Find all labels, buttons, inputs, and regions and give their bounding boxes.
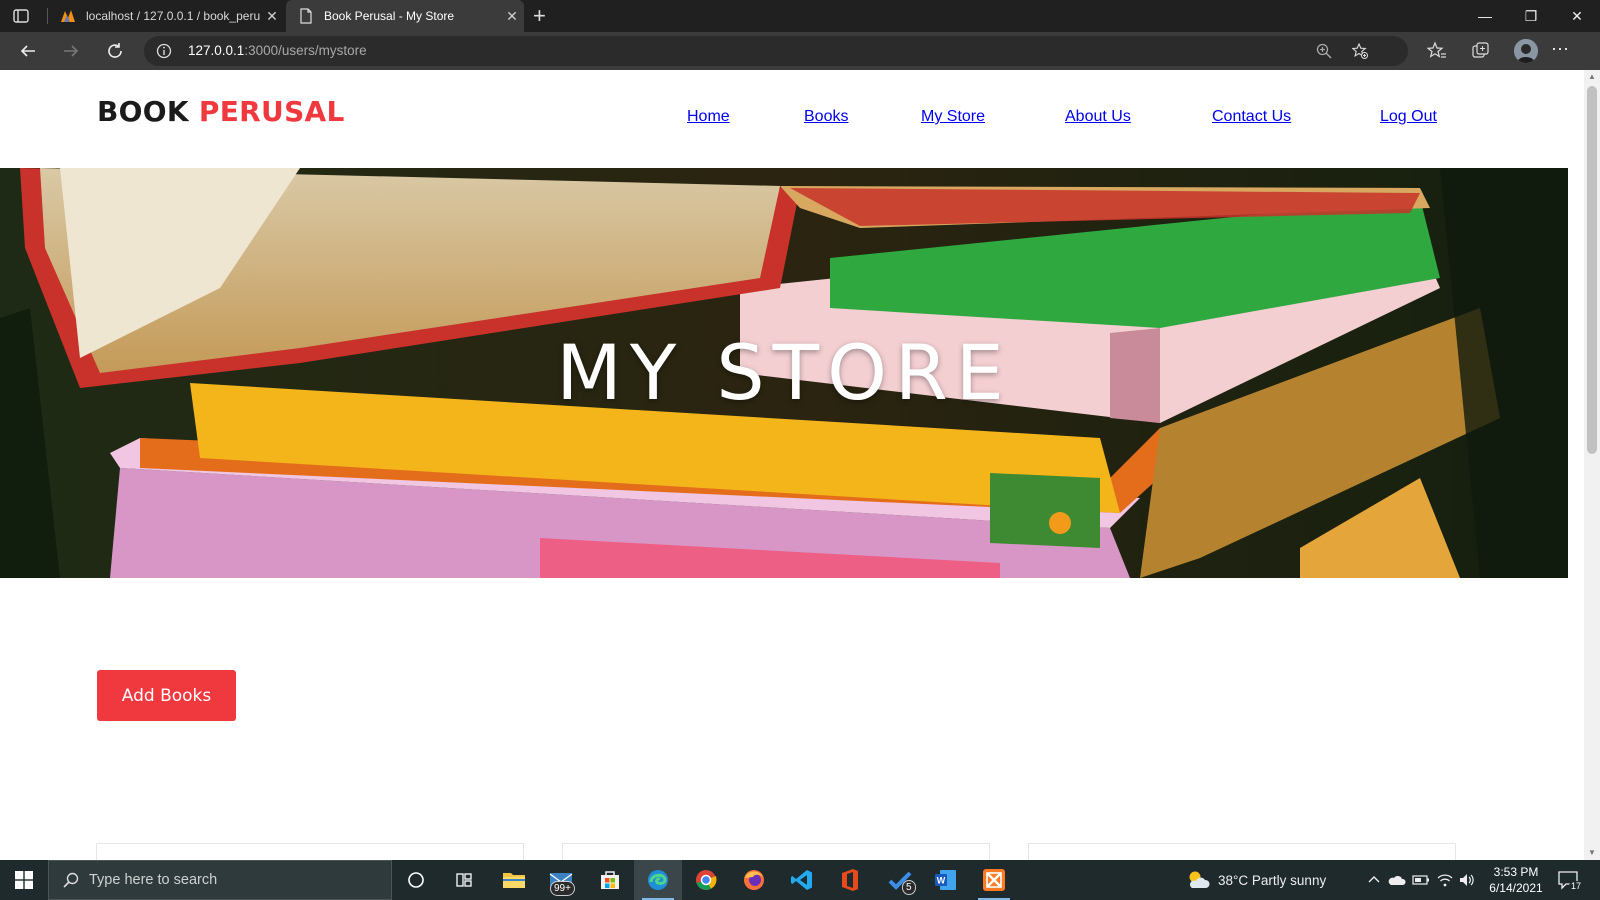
back-icon[interactable] [16, 39, 40, 63]
forward-icon[interactable] [59, 39, 83, 63]
mail-badge: 99+ [550, 881, 575, 896]
close-window-icon[interactable]: ✕ [1554, 0, 1600, 32]
address-bar[interactable]: 127.0.0.1:3000/users/mystore [144, 36, 1408, 66]
weather-text: 38°C Partly sunny [1218, 872, 1327, 888]
task-view-icon[interactable] [440, 860, 488, 900]
favorites-icon[interactable] [1427, 41, 1447, 61]
taskbar-search[interactable]: Type here to search [48, 860, 392, 900]
todo-icon[interactable]: 5 [876, 860, 924, 900]
xampp-icon[interactable] [970, 860, 1018, 900]
firefox-icon[interactable] [730, 860, 778, 900]
cortana-icon[interactable] [392, 860, 440, 900]
search-placeholder: Type here to search [89, 872, 218, 888]
book-card [562, 843, 990, 860]
store-icon[interactable] [586, 860, 634, 900]
tab-title: Book Perusal - My Store [324, 9, 455, 23]
scroll-down-icon[interactable]: ▼ [1588, 848, 1596, 857]
profile-avatar[interactable] [1514, 39, 1538, 63]
page-scrollbar[interactable]: ▲ ▼ [1584, 70, 1600, 860]
minimize-icon[interactable]: — [1462, 0, 1508, 32]
notification-count: 17 [1569, 881, 1584, 891]
add-books-button[interactable]: Add Books [97, 670, 236, 721]
collections-icon[interactable] [1471, 41, 1491, 61]
tab-actions-icon[interactable] [12, 7, 30, 25]
tab-close-icon[interactable]: ✕ [260, 8, 284, 25]
partly-sunny-icon [1189, 871, 1210, 888]
book-card [1028, 843, 1456, 860]
clock-time: 3:53 PM [1493, 865, 1539, 879]
windows-taskbar: Type here to search 99+ 5 W 38°C Partly … [0, 860, 1600, 900]
site-logo[interactable]: BOOK PERUSAL [97, 95, 345, 128]
nav-my-store[interactable]: My Store [921, 108, 985, 126]
start-button[interactable] [0, 860, 48, 900]
tab-close-icon[interactable]: ✕ [500, 8, 524, 25]
weather-widget[interactable]: 38°C Partly sunny [1186, 860, 1326, 900]
add-favorite-icon[interactable] [1352, 43, 1368, 59]
logo-word-perusal: PERUSAL [198, 95, 345, 128]
zoom-icon[interactable] [1316, 43, 1332, 59]
taskbar-clock[interactable]: 3:53 PM 6/14/2021 [1486, 864, 1546, 896]
search-icon [63, 872, 79, 888]
chevron-up-icon [1368, 876, 1380, 883]
volume-icon[interactable] [1459, 860, 1475, 900]
edge-icon[interactable] [634, 860, 682, 900]
site-info-icon[interactable] [156, 43, 172, 59]
battery-icon[interactable] [1412, 860, 1430, 900]
clock-date: 6/14/2021 [1489, 881, 1543, 895]
new-tab-icon[interactable]: + [533, 3, 546, 29]
vscode-icon[interactable] [778, 860, 826, 900]
web-page: BOOK PERUSAL Home Books My Store About U… [0, 70, 1584, 860]
url-text[interactable]: 127.0.0.1:3000/users/mystore [188, 43, 367, 58]
browser-tab-my-store[interactable]: Book Perusal - My Store ✕ [286, 0, 524, 32]
nav-contact-us[interactable]: Contact Us [1212, 108, 1291, 126]
browser-tab-phpmyadmin[interactable]: localhost / 127.0.0.1 / book_perusal ✕ [48, 0, 284, 32]
logo-word-book: BOOK [97, 95, 189, 128]
scrollbar-thumb[interactable] [1587, 86, 1597, 454]
more-menu-icon[interactable]: ⋯ [1551, 39, 1571, 59]
browser-tab-strip: localhost / 127.0.0.1 / book_perusal ✕ B… [0, 0, 1600, 32]
nav-home[interactable]: Home [687, 108, 730, 126]
restore-icon[interactable]: ❐ [1508, 0, 1554, 32]
tab-title: localhost / 127.0.0.1 / book_perusal [86, 9, 260, 23]
chrome-icon[interactable] [682, 860, 730, 900]
site-header: BOOK PERUSAL Home Books My Store About U… [0, 70, 1584, 168]
profile-icon [1514, 39, 1538, 63]
windows-logo-icon [15, 871, 33, 889]
file-explorer-icon[interactable] [490, 860, 538, 900]
browser-toolbar: 127.0.0.1:3000/users/mystore ⋯ [0, 32, 1600, 70]
refresh-icon[interactable] [103, 39, 127, 63]
show-hidden-icons[interactable] [1368, 860, 1380, 900]
svg-text:W: W [937, 876, 946, 886]
book-card [96, 843, 524, 860]
todo-badge: 5 [902, 880, 916, 895]
nav-about-us[interactable]: About Us [1065, 108, 1131, 126]
nav-log-out[interactable]: Log Out [1380, 108, 1437, 126]
onedrive-icon[interactable] [1388, 860, 1406, 900]
phpmyadmin-favicon-icon [61, 10, 75, 22]
nav-books[interactable]: Books [804, 108, 848, 126]
url-host: 127.0.0.1 [188, 43, 245, 58]
page-favicon-icon [300, 8, 312, 24]
wifi-icon[interactable] [1437, 860, 1453, 900]
scroll-up-icon[interactable]: ▲ [1588, 72, 1596, 81]
hero-title: MY STORE [556, 328, 1012, 417]
word-icon[interactable]: W [922, 860, 970, 900]
url-path: :3000/users/mystore [244, 43, 367, 58]
notifications-button[interactable]: 17 [1558, 860, 1584, 900]
mail-icon[interactable]: 99+ [538, 860, 586, 900]
hero-banner: MY STORE [0, 168, 1568, 578]
office-icon[interactable] [826, 860, 874, 900]
